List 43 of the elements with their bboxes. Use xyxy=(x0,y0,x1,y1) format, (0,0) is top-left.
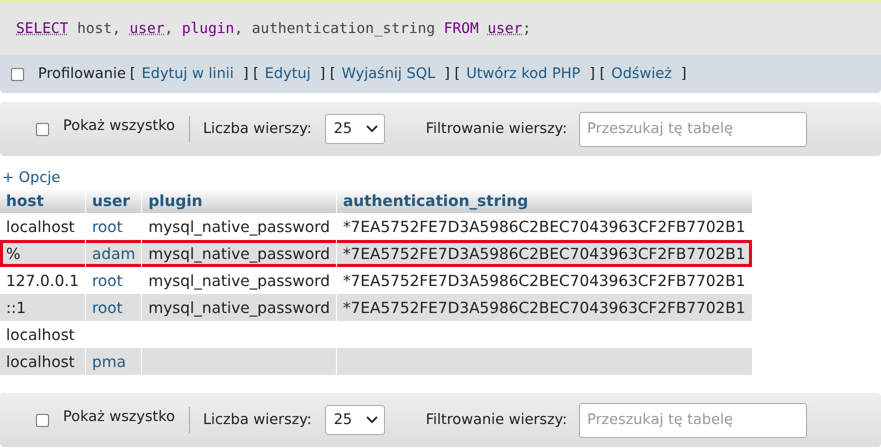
table-cell: *7EA5752FE7D3A5986C2BEC7043963CF2FB7702B1 xyxy=(336,294,752,321)
show-all-label: Pokaż wszystko xyxy=(63,118,175,134)
table-cell: % xyxy=(0,240,86,267)
column-header[interactable]: user xyxy=(85,188,142,213)
bracket: ] [ xyxy=(444,66,460,82)
table-cell: ::1 xyxy=(0,294,86,321)
rows-label: Liczba wierszy: xyxy=(202,412,312,428)
bracket: ] [ xyxy=(589,66,606,82)
chevron-down-icon xyxy=(366,125,378,133)
action-link[interactable]: Utwórz kod PHP xyxy=(466,66,580,82)
sql-query: SELECT host, user, plugin, authentication_string FROM user; xyxy=(0,0,881,55)
bracket: ] [ xyxy=(320,66,336,82)
chevron-down-icon xyxy=(366,416,378,424)
action-link[interactable]: Odśwież xyxy=(611,66,672,82)
bracket: ] xyxy=(680,66,687,82)
rows-dropdown[interactable]: 25 xyxy=(324,405,385,435)
column-header[interactable]: authentication_string xyxy=(336,188,752,213)
filter-label: Filtrowanie wierszy: xyxy=(426,412,568,428)
checkbox[interactable] xyxy=(36,414,49,426)
options-link[interactable]: + Opcje xyxy=(2,170,60,186)
table-cell: mysql_native_password xyxy=(142,294,336,321)
filter-input[interactable]: Przeszukaj tę tabelę xyxy=(579,402,808,438)
column-header[interactable]: host xyxy=(0,188,86,213)
action-link[interactable]: Wyjaśnij SQL xyxy=(342,66,436,82)
filter-label: Filtrowanie wierszy: xyxy=(426,121,568,137)
action-link[interactable]: Edytuj w linii xyxy=(142,66,234,82)
bracket: ] [ xyxy=(242,66,259,82)
profiling-label: Profilowanie xyxy=(38,66,126,82)
table-cell: *7EA5752FE7D3A5986C2BEC7043963CF2FB7702B1 xyxy=(336,240,752,267)
rows-dropdown[interactable]: 25 xyxy=(324,114,385,144)
rows-label: Liczba wierszy: xyxy=(202,121,312,137)
table-cell: root xyxy=(85,294,142,321)
table-cell: mysql_native_password xyxy=(142,240,336,267)
table-cell: localhost xyxy=(0,348,86,375)
checkbox[interactable] xyxy=(11,68,24,80)
show-all-label: Pokaż wszystko xyxy=(63,409,175,425)
action-link[interactable]: Edytuj xyxy=(264,66,311,82)
bracket: [ xyxy=(130,66,136,82)
checkbox[interactable] xyxy=(36,122,49,136)
table-cell: adam xyxy=(85,240,142,267)
filter-input[interactable]: Przeszukaj tę tabelę xyxy=(579,112,808,146)
column-header[interactable]: plugin xyxy=(142,188,336,213)
table-cell: pma xyxy=(85,348,142,375)
